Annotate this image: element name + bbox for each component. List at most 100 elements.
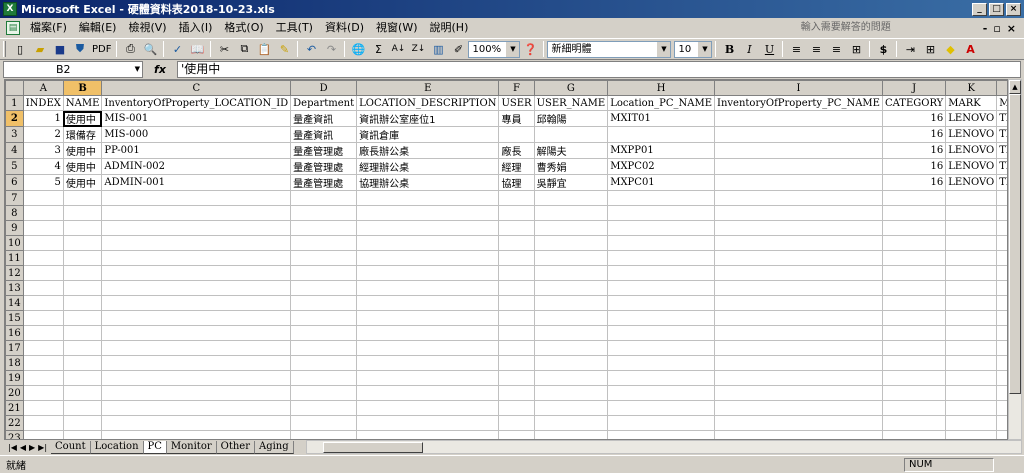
bold-icon[interactable]: B: [719, 40, 739, 58]
cell[interactable]: [607, 295, 715, 311]
cell[interactable]: MXPP01: [607, 142, 715, 159]
cell[interactable]: [101, 415, 292, 431]
new-icon[interactable]: ▯: [10, 40, 30, 58]
cell[interactable]: 16: [881, 126, 947, 143]
italic-icon[interactable]: I: [739, 40, 759, 58]
cell[interactable]: [607, 265, 715, 281]
permission-icon[interactable]: ⛊: [70, 40, 90, 58]
menu-tools[interactable]: 工具(T): [270, 19, 319, 37]
font-select[interactable]: 新細明體 ▼: [547, 40, 672, 58]
menu-data[interactable]: 資料(D): [319, 19, 370, 37]
cell[interactable]: LENOVO: [945, 174, 998, 191]
cell[interactable]: [356, 430, 500, 439]
cell[interactable]: [356, 220, 500, 236]
cell[interactable]: [996, 340, 1007, 356]
cell[interactable]: [290, 430, 358, 439]
cell[interactable]: 資訊倉庫: [356, 126, 500, 143]
cell[interactable]: ThinkCentre: [996, 110, 1007, 127]
cell[interactable]: [356, 355, 500, 371]
chevron-down-icon[interactable]: ▼: [657, 41, 671, 57]
cell[interactable]: [62, 310, 103, 326]
cell[interactable]: [356, 265, 500, 281]
row-header[interactable]: 13: [5, 280, 24, 296]
paste-icon[interactable]: 📋: [254, 40, 274, 58]
cut-icon[interactable]: ✂: [214, 40, 234, 58]
cell[interactable]: [62, 265, 103, 281]
indent-icon[interactable]: ⇥: [900, 40, 920, 58]
horizontal-scroll-thumb[interactable]: [322, 442, 423, 453]
cell[interactable]: ADMIN-002: [101, 158, 292, 175]
cell[interactable]: [533, 205, 609, 221]
cell[interactable]: [533, 280, 609, 296]
cell[interactable]: [945, 235, 998, 251]
cell[interactable]: [533, 250, 609, 266]
cell[interactable]: [714, 250, 883, 266]
cell[interactable]: [498, 355, 535, 371]
cell[interactable]: 量產管理處: [290, 174, 358, 191]
cell[interactable]: [101, 250, 292, 266]
cell[interactable]: [101, 430, 292, 439]
cell[interactable]: [533, 190, 609, 206]
cell[interactable]: [22, 430, 64, 439]
cell[interactable]: [996, 370, 1007, 386]
cell[interactable]: MXIT01: [607, 110, 715, 127]
chevron-down-icon[interactable]: ▼: [135, 62, 140, 77]
column-header-e[interactable]: E: [356, 80, 500, 96]
cell[interactable]: [881, 190, 947, 206]
chart-icon[interactable]: ▥: [428, 40, 448, 58]
cell[interactable]: [356, 205, 500, 221]
cell[interactable]: [881, 430, 947, 439]
cell[interactable]: [996, 385, 1007, 401]
cell[interactable]: [498, 310, 535, 326]
cell[interactable]: [607, 310, 715, 326]
cell[interactable]: [881, 325, 947, 341]
workbook-restore-button[interactable]: ▫: [993, 22, 1000, 35]
cell[interactable]: [945, 370, 998, 386]
row-header[interactable]: 18: [5, 355, 24, 371]
column-header-g[interactable]: G: [533, 80, 609, 96]
cell[interactable]: [356, 295, 500, 311]
spelling-icon[interactable]: ✓: [167, 40, 187, 58]
cell[interactable]: [714, 295, 883, 311]
cell[interactable]: [356, 370, 500, 386]
cell[interactable]: [356, 190, 500, 206]
row-header[interactable]: 14: [5, 295, 24, 311]
cell[interactable]: [22, 295, 64, 311]
cell[interactable]: [945, 205, 998, 221]
cell[interactable]: [290, 415, 358, 431]
cell[interactable]: [996, 220, 1007, 236]
cell[interactable]: [996, 205, 1007, 221]
cell[interactable]: 吳靜宜: [533, 174, 609, 191]
cell[interactable]: [607, 220, 715, 236]
cell[interactable]: [356, 250, 500, 266]
row-header[interactable]: 8: [5, 205, 24, 221]
cell[interactable]: [62, 400, 103, 416]
cell[interactable]: 解陽夫: [533, 142, 609, 159]
select-all-corner[interactable]: [5, 80, 24, 96]
drawing-icon[interactable]: ✐: [448, 40, 468, 58]
cell[interactable]: [533, 400, 609, 416]
cell[interactable]: [101, 355, 292, 371]
cell[interactable]: [714, 280, 883, 296]
cell[interactable]: MXPC02: [607, 158, 715, 175]
cell[interactable]: [881, 235, 947, 251]
cell[interactable]: [881, 250, 947, 266]
cell[interactable]: [290, 295, 358, 311]
cell[interactable]: INDEX: [22, 95, 64, 111]
cell[interactable]: [62, 355, 103, 371]
cell[interactable]: [607, 235, 715, 251]
cell[interactable]: 量產管理處: [290, 158, 358, 175]
column-header-i[interactable]: I: [714, 80, 883, 96]
cell[interactable]: 1: [22, 110, 64, 127]
row-header[interactable]: 23: [5, 430, 24, 439]
cell[interactable]: [290, 205, 358, 221]
toolbar-grip[interactable]: [3, 41, 6, 57]
cell[interactable]: PP-001: [101, 142, 292, 159]
help-icon[interactable]: ❓: [520, 40, 540, 58]
column-header-b[interactable]: B: [62, 80, 103, 96]
cell[interactable]: 3: [22, 142, 64, 159]
cell[interactable]: [533, 310, 609, 326]
cell[interactable]: LENOVO: [945, 110, 998, 127]
cell[interactable]: [881, 355, 947, 371]
cell[interactable]: [498, 415, 535, 431]
